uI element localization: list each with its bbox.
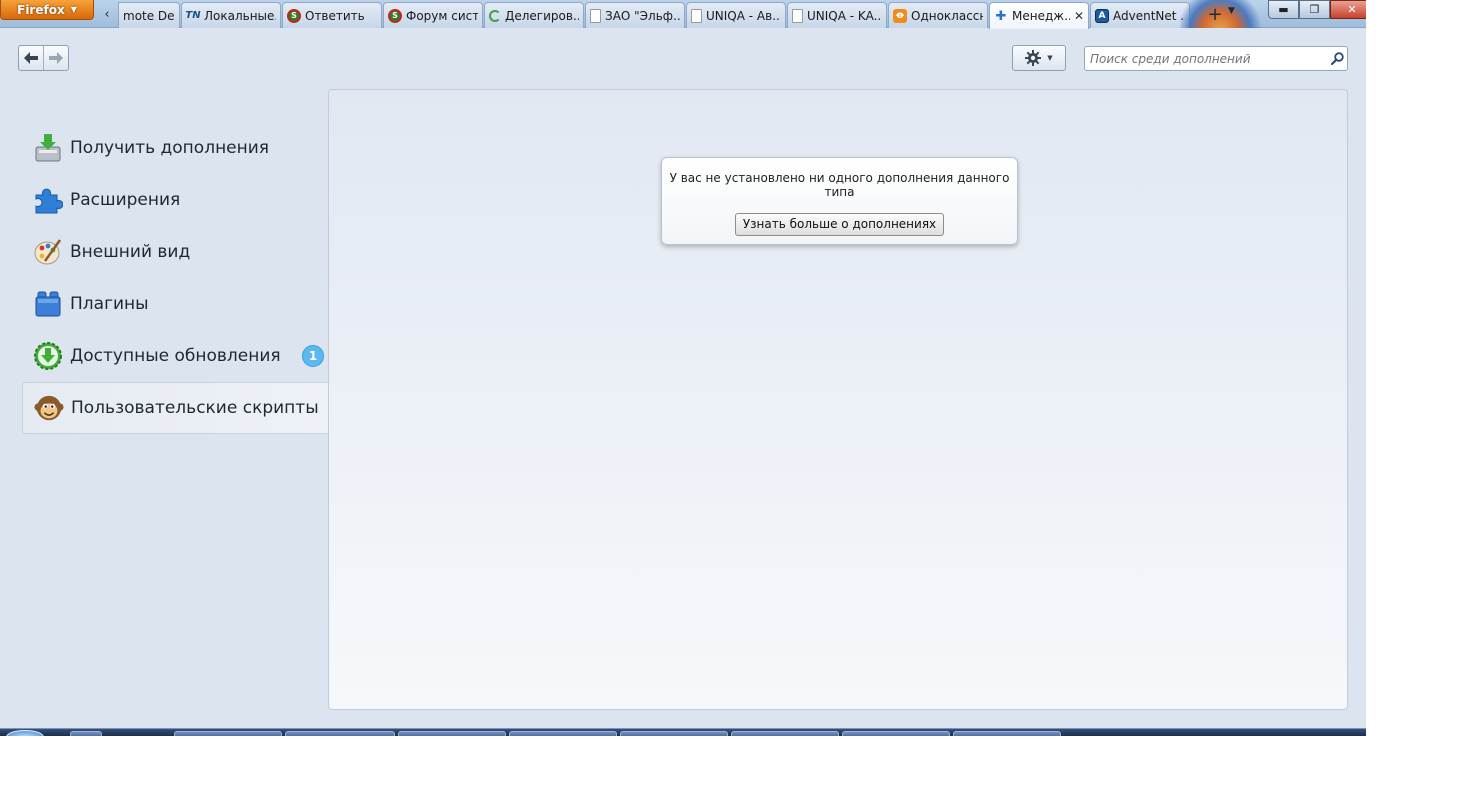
learn-more-button[interactable]: Узнать больше о дополнениях bbox=[734, 213, 945, 236]
odnoklassniki-icon: ꝋ bbox=[893, 8, 907, 23]
get-addons-icon bbox=[33, 132, 63, 164]
category-label: Внешний вид bbox=[70, 242, 191, 262]
tab-forum[interactable]: S Форум сист... bbox=[383, 2, 483, 28]
empty-list-message: У вас не установлено ни одного дополнени… bbox=[669, 171, 1010, 199]
puzzle-icon: ✚ bbox=[995, 8, 1007, 24]
taskbar-item[interactable] bbox=[174, 731, 282, 736]
category-label: Плагины bbox=[70, 294, 149, 314]
firefox-menu-label: Firefox bbox=[17, 2, 65, 17]
taskbar-item[interactable] bbox=[842, 731, 950, 736]
taskbar-item[interactable] bbox=[509, 731, 617, 736]
category-user-scripts[interactable]: Пользовательские скрипты bbox=[22, 382, 329, 434]
window-close-button[interactable]: ✕ bbox=[1330, 0, 1366, 19]
firefox-menu-button[interactable]: Firefox ▼ bbox=[0, 0, 94, 20]
category-label: Доступные обновления bbox=[70, 346, 281, 366]
tab-delegation[interactable]: Делегиров... bbox=[484, 2, 584, 28]
taskbar-item[interactable] bbox=[731, 731, 839, 736]
tab-label: ЗАО "Эльф... bbox=[605, 8, 680, 23]
category-available-updates[interactable]: Доступные обновления 1 bbox=[22, 330, 329, 382]
s-red-icon: S bbox=[388, 8, 402, 23]
minimize-icon: ▬ bbox=[1278, 3, 1289, 16]
taskbar-item[interactable] bbox=[620, 731, 728, 736]
download-arrow-icon bbox=[33, 340, 63, 372]
firefox-window: Firefox ▼ ‹ mote De TN Локальные... S От… bbox=[0, 0, 1366, 736]
forward-button[interactable] bbox=[44, 46, 68, 70]
greasemonkey-icon bbox=[34, 392, 64, 424]
tab-odnoklassniki[interactable]: ꝋ Одноклассн... bbox=[888, 2, 988, 28]
puzzle-piece-icon bbox=[33, 184, 63, 216]
tab-label: Ответить bbox=[305, 8, 365, 23]
arrow-right-icon bbox=[48, 52, 63, 64]
category-extensions[interactable]: Расширения bbox=[22, 174, 329, 226]
restore-icon: ❐ bbox=[1309, 3, 1320, 16]
tab-label: AdventNet ... bbox=[1113, 8, 1185, 23]
tab-bar: mote De TN Локальные... S Ответить S Фор… bbox=[118, 2, 1191, 29]
category-get-addons[interactable]: Получить дополнения bbox=[22, 122, 329, 174]
tab-label: UNIQA - Ав... bbox=[706, 8, 781, 23]
chevron-left-icon: ‹ bbox=[104, 6, 110, 22]
minimize-button[interactable]: ▬ bbox=[1268, 0, 1299, 19]
tab-scroll-left-button[interactable]: ‹ bbox=[98, 4, 116, 24]
category-list: Получить дополнения Расширения Внешний в… bbox=[22, 122, 329, 434]
tab-uniqa-av[interactable]: UNIQA - Ав... bbox=[686, 2, 786, 28]
category-label: Расширения bbox=[70, 190, 181, 210]
tab-local[interactable]: TN Локальные... bbox=[181, 2, 281, 28]
category-plugins[interactable]: Плагины bbox=[22, 278, 329, 330]
close-icon: ✕ bbox=[1347, 3, 1357, 16]
category-appearance[interactable]: Внешний вид bbox=[22, 226, 329, 278]
tools-menu-button[interactable]: ▼ bbox=[1012, 45, 1066, 71]
tab-list-chevron-down-icon[interactable]: ▼ bbox=[1228, 6, 1235, 16]
restore-button[interactable]: ❐ bbox=[1299, 0, 1330, 19]
tab-label: UNIQA - KA... bbox=[807, 8, 882, 23]
page-icon bbox=[792, 8, 803, 23]
addons-list-panel: У вас не установлено ни одного дополнени… bbox=[328, 89, 1348, 710]
adventnet-icon: A bbox=[1095, 8, 1109, 23]
tab-uniqa-ka[interactable]: UNIQA - KA... bbox=[787, 2, 887, 28]
tab-remote-desktop[interactable]: mote De bbox=[118, 2, 180, 28]
tab-strip: Firefox ▼ ‹ mote De TN Локальные... S От… bbox=[0, 0, 1366, 29]
arrow-left-icon bbox=[23, 52, 38, 64]
page-icon bbox=[590, 8, 601, 23]
tab-label: Одноклассн... bbox=[911, 8, 983, 23]
tab-label: Форум сист... bbox=[406, 8, 478, 23]
tab-adventnet[interactable]: A AdventNet ... bbox=[1090, 2, 1190, 28]
empty-list-notice: У вас не установлено ни одного дополнени… bbox=[661, 157, 1018, 245]
taskbar-item[interactable] bbox=[70, 731, 102, 736]
taskbar-item[interactable] bbox=[285, 731, 395, 736]
chevron-down-icon: ▼ bbox=[70, 5, 77, 14]
start-button[interactable] bbox=[6, 730, 44, 736]
firefox-logo-icon bbox=[1180, 0, 1270, 28]
windows-taskbar bbox=[0, 728, 1366, 736]
tab-zao[interactable]: ЗАО "Эльф... bbox=[585, 2, 685, 28]
tab-label: Локальные... bbox=[204, 8, 276, 23]
tab-label: Делегиров... bbox=[505, 8, 579, 23]
history-navigation bbox=[18, 45, 69, 71]
gear-icon bbox=[1025, 50, 1042, 66]
updates-count-badge: 1 bbox=[302, 345, 324, 367]
close-icon[interactable]: ✕ bbox=[1074, 9, 1084, 23]
back-button[interactable] bbox=[19, 46, 44, 70]
window-controls: ▬ ❐ ✕ bbox=[1268, 0, 1366, 19]
tab-label: mote De bbox=[123, 8, 175, 23]
category-label: Получить дополнения bbox=[70, 138, 270, 158]
tab-addons-manager[interactable]: ✚ Менедж... ✕ bbox=[989, 2, 1089, 29]
taskbar-item[interactable] bbox=[953, 731, 1061, 736]
search-input[interactable] bbox=[1085, 47, 1327, 70]
tab-reply[interactable]: S Ответить bbox=[282, 2, 382, 28]
tab-label: Менедж... bbox=[1012, 9, 1070, 23]
addons-search-box bbox=[1084, 46, 1348, 71]
page-icon bbox=[691, 8, 702, 23]
loading-spinner-icon bbox=[489, 9, 501, 22]
tn-icon: TN bbox=[185, 10, 201, 21]
lego-brick-icon bbox=[33, 288, 63, 320]
search-icon[interactable] bbox=[1327, 48, 1347, 70]
taskbar-item[interactable] bbox=[398, 731, 506, 736]
chevron-down-icon: ▼ bbox=[1047, 54, 1053, 62]
palette-icon bbox=[33, 236, 63, 268]
new-tab-button[interactable]: + bbox=[1205, 4, 1225, 25]
s-red-icon: S bbox=[287, 8, 301, 23]
category-label: Пользовательские скрипты bbox=[71, 398, 319, 418]
